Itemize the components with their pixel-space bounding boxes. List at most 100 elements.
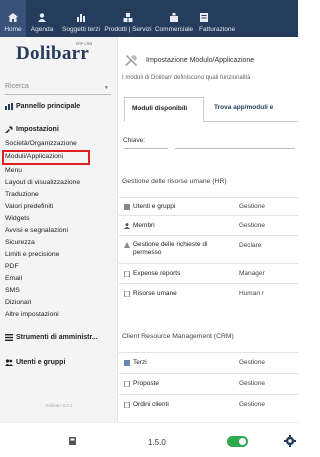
- sidebar-item-dictionaries[interactable]: Dizionari: [5, 299, 31, 306]
- search-placeholder: Ricerca: [5, 83, 29, 90]
- sidebar-setup-label: Impostazioni: [16, 126, 59, 133]
- top-menu-billing[interactable]: Fatturazione: [196, 0, 298, 37]
- sidebar-dashboard-label: Pannello principale: [16, 103, 81, 110]
- top-menu-third-parties[interactable]: Soggetti terzi: [58, 0, 104, 37]
- sidebar-item-sms[interactable]: SMS: [5, 287, 20, 294]
- sidebar-setup-header[interactable]: Impostazioni: [5, 126, 59, 133]
- tab-find-modules[interactable]: Trova app/moduli e: [214, 97, 273, 122]
- document-icon: [124, 271, 130, 277]
- tools-icon: [125, 55, 137, 66]
- table-row[interactable]: Expense reports Manager: [119, 263, 298, 283]
- sidebar-item-translation[interactable]: Traduzione: [5, 191, 39, 198]
- top-menu-label: Prodotti | Servizi: [104, 26, 152, 33]
- table-row[interactable]: Proposte Gestione: [119, 373, 298, 394]
- module-name: Membri: [133, 222, 155, 229]
- module-name: Gestione delle richieste di permesso: [133, 241, 208, 256]
- selected-item-highlight: [2, 150, 90, 165]
- document-icon: [124, 402, 130, 408]
- module-description: Declare: [239, 242, 262, 249]
- key-label: Chiave:: [123, 137, 146, 144]
- table-row[interactable]: Ordini clienti Gestione: [119, 394, 298, 416]
- sidebar-item-other-setup[interactable]: Altre impostazioni: [5, 311, 59, 318]
- person-icon: [38, 13, 46, 22]
- sidebar-item-company[interactable]: Società/Organizzazione: [5, 140, 77, 147]
- top-menu-label: Commerciale: [154, 26, 194, 33]
- top-menu-label: Home: [4, 26, 22, 33]
- table-row[interactable]: Membri Gestione: [119, 215, 298, 235]
- module-description: Gestione: [239, 222, 266, 229]
- sidebar-admin-tools-label: Strumenti di amministr...: [16, 334, 98, 341]
- module-icon: [69, 437, 76, 445]
- top-menu-commercial[interactable]: Commerciale: [152, 0, 196, 37]
- toggle-knob: [239, 438, 246, 445]
- search-select[interactable]: Ricerca ▼: [5, 81, 111, 95]
- sidebar-item-display[interactable]: Layout di visualizzazione: [5, 179, 80, 186]
- table-row[interactable]: Gestione delle richieste di permesso Dec…: [119, 235, 298, 263]
- app-version: Dolibarr 8.0.2: [45, 403, 73, 408]
- module-description: Gestione: [239, 359, 266, 366]
- table-row[interactable]: Terzi Gestione: [119, 352, 298, 373]
- key-input[interactable]: [123, 148, 168, 149]
- chart-icon: [77, 14, 85, 22]
- sidebar-dashboard-link[interactable]: Pannello principale: [5, 103, 80, 110]
- top-menu-label: Agenda: [30, 26, 54, 33]
- module-description: Gestione: [239, 380, 266, 387]
- module-description: Gestione: [239, 203, 266, 210]
- module-name: Terzi: [133, 359, 147, 366]
- module-description: Gestione: [239, 401, 266, 408]
- module-description: Human r: [239, 290, 264, 297]
- sidebar-item-email[interactable]: Email: [5, 275, 22, 282]
- module-description: Manager: [239, 270, 265, 277]
- top-menu-label: Soggetti terzi: [62, 26, 100, 33]
- top-menu-label: Fatturazione: [199, 26, 236, 33]
- left-sidebar: Dolibarr ERP·CRM Ricerca ▼ Pannello prin…: [0, 37, 118, 422]
- dolibarr-logo[interactable]: Dolibarr: [16, 43, 89, 65]
- home-icon: [8, 13, 18, 22]
- cubes-icon: [123, 13, 133, 22]
- section-hr-title: Gestione delle risorse umane (HR): [122, 178, 227, 185]
- module-name: Utenti e gruppi: [133, 203, 176, 210]
- page-title-text: Impostazione Modulo/Applicazione: [146, 56, 255, 64]
- module-tabs: Moduli disponibili Trova app/moduli e: [124, 97, 298, 122]
- leave-icon: [124, 242, 130, 248]
- module-name: Expense reports: [133, 270, 181, 277]
- document-icon: [124, 381, 130, 387]
- module-name: Ordini clienti: [133, 401, 169, 408]
- page-title: Impostazione Modulo/Applicazione: [124, 54, 254, 66]
- users-icon: [5, 359, 13, 366]
- sidebar-item-pdf[interactable]: PDF: [5, 263, 19, 270]
- top-menu-bar: Home Agenda Soggetti terzi Prodotti | Se…: [0, 0, 298, 37]
- gear-icon[interactable]: [284, 435, 296, 447]
- top-menu-products[interactable]: Prodotti | Servizi: [104, 0, 152, 37]
- top-menu-agenda[interactable]: Agenda: [26, 0, 58, 37]
- chevron-down-icon: ▼: [104, 85, 109, 91]
- chart-icon: [5, 103, 13, 110]
- filter-row: Chiave:: [123, 137, 298, 151]
- table-row[interactable]: Risorse umane Human r: [119, 283, 298, 303]
- member-icon: [124, 223, 130, 229]
- filter-input[interactable]: [175, 148, 295, 149]
- list-icon: [5, 334, 13, 341]
- main-content: Impostazione Modulo/Applicazione I modul…: [119, 37, 298, 422]
- module-enable-toggle[interactable]: [227, 436, 248, 447]
- sidebar-item-limits[interactable]: Limiti e precisione: [5, 251, 59, 258]
- sidebar-item-security[interactable]: Sicurezza: [5, 239, 35, 246]
- table-row[interactable]: Utenti e gruppi Gestione: [119, 197, 298, 215]
- sidebar-item-menu[interactable]: Menu: [5, 167, 22, 174]
- invoice-icon: [200, 13, 208, 22]
- module-name: Proposte: [133, 380, 160, 387]
- sidebar-admin-tools[interactable]: Strumenti di amministr...: [5, 334, 98, 341]
- bottom-toolbar: 1.5.0: [0, 422, 298, 457]
- page-description: I moduli di Dolibarr definiscono quali f…: [122, 75, 251, 81]
- tab-available-modules[interactable]: Moduli disponibili: [124, 97, 204, 122]
- sidebar-item-alerts[interactable]: Avvisi e segnalazioni: [5, 227, 68, 234]
- users-icon: [124, 204, 130, 210]
- sidebar-item-defaults[interactable]: Valori predefiniti: [5, 203, 53, 210]
- top-menu-home[interactable]: Home: [0, 0, 26, 37]
- section-crm-title: Client Resource Management (CRM): [122, 333, 234, 340]
- sidebar-users-groups[interactable]: Utenti e gruppi: [5, 359, 65, 366]
- sidebar-users-groups-label: Utenti e gruppi: [16, 359, 66, 366]
- module-version: 1.5.0: [148, 438, 166, 447]
- sidebar-item-widgets[interactable]: Widgets: [5, 215, 30, 222]
- wrench-icon: [5, 126, 13, 133]
